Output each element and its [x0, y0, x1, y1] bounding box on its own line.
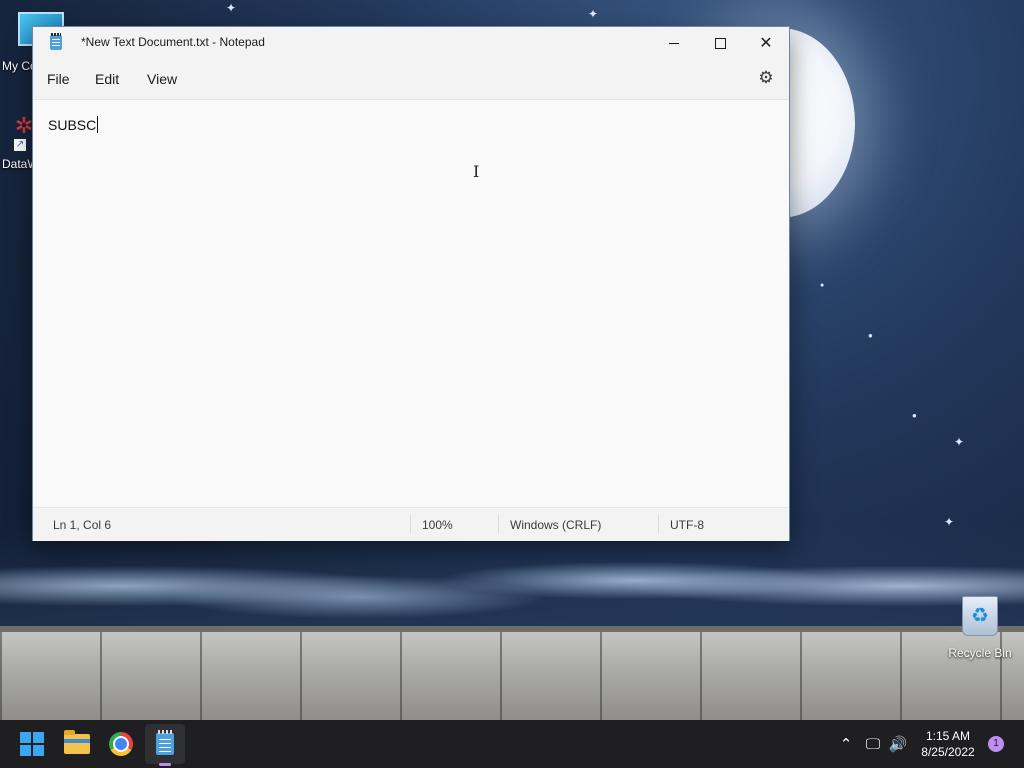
gear-icon[interactable]: ⚙ — [755, 67, 777, 89]
maximize-button[interactable] — [697, 27, 743, 59]
star-graphic: ✦ — [588, 7, 599, 21]
desktop-icon-recycle-bin[interactable]: ♻ Recycle Bin — [944, 596, 1016, 660]
notepad-icon — [50, 33, 62, 50]
close-icon: ✕ — [759, 35, 773, 52]
notification-badge[interactable]: 1 — [988, 736, 1004, 752]
clock-date: 8/25/2022 — [921, 745, 975, 759]
chrome-icon — [109, 732, 133, 756]
volume-icon[interactable]: 🔊 — [886, 720, 910, 768]
minimize-button[interactable] — [651, 27, 697, 59]
editor-content[interactable]: SUBSC — [48, 116, 99, 133]
menu-edit[interactable]: Edit — [95, 71, 119, 87]
taskbar-chrome[interactable] — [101, 724, 141, 764]
title-bar[interactable]: *New Text Document.txt - Notepad ✕ — [33, 27, 789, 59]
start-icon — [20, 732, 44, 756]
status-line-ending: Windows (CRLF) — [510, 518, 602, 532]
text-caret — [97, 116, 99, 133]
menu-view[interactable]: View — [147, 71, 177, 87]
start-button[interactable] — [12, 724, 52, 764]
star-graphic: ✦ — [226, 1, 237, 15]
taskbar-clock[interactable]: 1:15 AM 8/25/2022 — [912, 728, 984, 760]
status-separator — [658, 515, 659, 533]
close-button[interactable]: ✕ — [743, 27, 789, 59]
shortcut-arrow-icon: ↗ — [14, 139, 26, 151]
window-title: *New Text Document.txt - Notepad — [81, 35, 265, 49]
wooden-deck-graphic — [0, 626, 1024, 722]
taskbar: ⌃ 🖵 🔊 1:15 AM 8/25/2022 — [0, 720, 1024, 768]
status-zoom: 100% — [422, 518, 453, 532]
desktop-icon-label: Recycle Bin — [948, 646, 1012, 660]
maximize-icon — [714, 37, 726, 49]
active-app-indicator — [159, 763, 171, 766]
taskbar-file-explorer[interactable] — [57, 724, 97, 764]
star-graphic: ● — [912, 411, 917, 420]
menu-file[interactable]: File — [47, 71, 70, 87]
chevron-up-icon[interactable]: ⌃ — [834, 720, 858, 768]
notepad-icon — [156, 730, 174, 755]
notepad-window: *New Text Document.txt - Notepad ✕ File … — [32, 26, 790, 541]
status-position: Ln 1, Col 6 — [53, 518, 112, 532]
star-graphic: ● — [820, 282, 825, 289]
clock-time: 1:15 AM — [925, 729, 971, 743]
taskbar-notepad[interactable] — [145, 724, 185, 764]
status-separator — [410, 515, 411, 533]
recycle-bin-icon: ♻ — [962, 596, 998, 636]
status-encoding: UTF-8 — [670, 518, 704, 532]
menu-bar: File Edit View ⚙ — [33, 59, 789, 100]
status-separator — [498, 515, 499, 533]
star-graphic: ✦ — [954, 435, 965, 449]
star-graphic: ● — [868, 331, 873, 340]
file-explorer-icon — [64, 730, 90, 754]
editor-text: SUBSC — [48, 117, 97, 133]
status-bar: Ln 1, Col 6 100% Windows (CRLF) UTF-8 — [33, 507, 789, 541]
text-editor[interactable]: SUBSC I — [33, 100, 789, 506]
minimize-icon — [669, 42, 679, 44]
network-icon[interactable]: 🖵 — [862, 720, 884, 768]
mouse-ibeam-cursor-icon: I — [473, 162, 480, 181]
